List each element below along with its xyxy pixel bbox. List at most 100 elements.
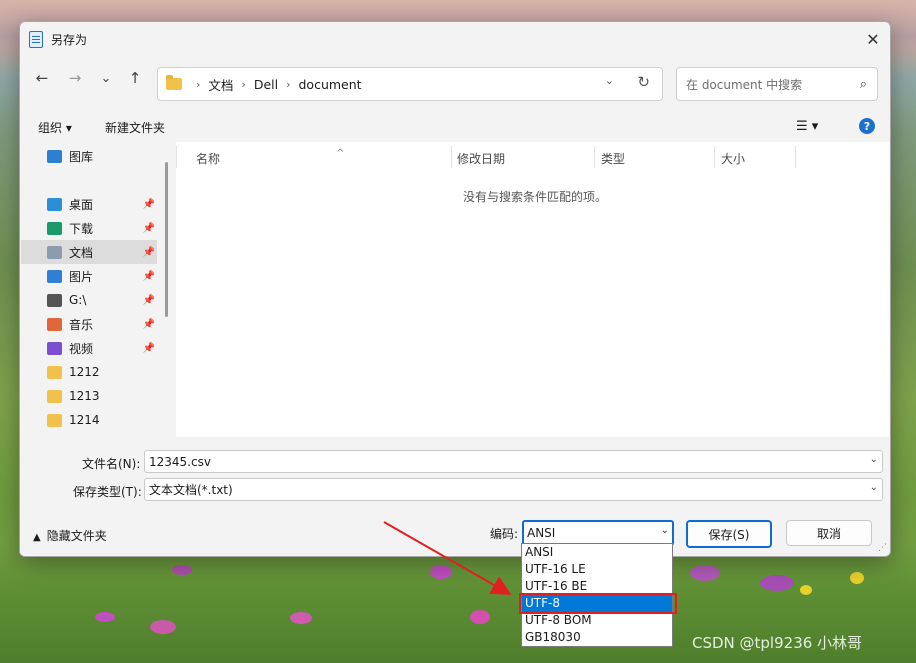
chevron-right-icon: › — [241, 77, 246, 91]
wallpaper-flower — [800, 585, 812, 595]
column-divider — [176, 146, 177, 168]
command-bar: 组织 ▾ 新建文件夹 ☰ ▾ ? — [20, 112, 890, 142]
filename-field[interactable]: 12345.csv ⌄ — [144, 450, 883, 473]
wallpaper-flower — [690, 565, 720, 581]
folder-icon — [166, 75, 182, 90]
save-options-area: 文件名(N): 12345.csv ⌄ 保存类型(T): 文本文档(*.txt)… — [20, 437, 890, 556]
download-icon — [47, 221, 62, 235]
pin-icon[interactable]: 📌 — [143, 271, 155, 282]
encoding-value: ANSI — [527, 526, 556, 540]
sidebar-item-label: 音乐 — [69, 317, 94, 332]
address-bar[interactable]: › 文档 › Dell › document ⌄ ↻ — [157, 67, 663, 101]
chevron-down-icon[interactable]: ⌄ — [661, 525, 669, 536]
title-bar: 另存为 ✕ — [20, 22, 890, 56]
file-list: 名称 ^ 修改日期 类型 大小 没有与搜索条件匹配的项。 — [176, 142, 889, 437]
sidebar-item[interactable]: 1214 — [21, 408, 157, 432]
back-arrow-icon[interactable]: ← — [30, 66, 54, 90]
sidebar-item[interactable]: 音乐 📌 — [21, 312, 157, 336]
annotation-highlight-box — [519, 593, 677, 614]
sidebar-item[interactable]: 文档 📌 — [21, 240, 157, 264]
pin-icon[interactable]: 📌 — [143, 319, 155, 330]
pin-icon[interactable]: 📌 — [143, 247, 155, 258]
filename-value[interactable]: 12345.csv — [149, 455, 211, 469]
encoding-option[interactable]: ANSI — [522, 544, 672, 561]
column-divider[interactable] — [451, 146, 452, 168]
video-icon — [47, 341, 62, 355]
breadcrumb-item[interactable]: 文档 — [208, 75, 233, 94]
wallpaper-flower — [95, 612, 115, 622]
encoding-option[interactable]: GB18030 — [522, 629, 672, 646]
refresh-icon[interactable]: ↻ — [637, 73, 650, 91]
chevron-down-icon[interactable]: ⌄ — [870, 454, 878, 465]
breadcrumb-item[interactable]: Dell — [254, 77, 278, 92]
wallpaper-flower — [850, 572, 864, 584]
address-history-chevron-icon[interactable]: ⌄ — [605, 74, 614, 87]
pin-icon[interactable]: 📌 — [143, 343, 155, 354]
search-input[interactable]: 在 document 中搜索 — [686, 76, 860, 93]
up-arrow-icon[interactable]: ↑ — [123, 66, 147, 90]
column-divider[interactable] — [795, 146, 796, 168]
sidebar-item[interactable]: 视频 📌 — [21, 336, 157, 360]
empty-results-message: 没有与搜索条件匹配的项。 — [463, 190, 608, 204]
search-box[interactable]: 在 document 中搜索 ⌕ — [676, 67, 878, 101]
wallpaper-flower — [290, 612, 312, 624]
recent-locations-chevron-icon[interactable]: ⌄ — [94, 66, 118, 90]
filename-label: 文件名(N): — [82, 457, 141, 471]
encoding-label: 编码: — [490, 527, 519, 541]
sidebar-item[interactable]: 图库 — [21, 144, 157, 168]
hide-folders-label: 隐藏文件夹 — [46, 529, 107, 543]
column-header-name[interactable]: 名称 ^ — [196, 148, 344, 167]
wallpaper-flower — [150, 620, 176, 634]
desktop-icon — [47, 197, 62, 211]
sidebar-item-label: 图片 — [69, 269, 94, 284]
navigation-pane: 图库 桌面 📌 下载 📌 文档 📌 图片 📌 G:\ 📌 音乐 📌 视频 📌 1212 1213 1214 — [20, 142, 166, 437]
chevron-right-icon: › — [286, 77, 291, 91]
column-header-modified[interactable]: 修改日期 — [457, 150, 505, 167]
hide-folders-toggle[interactable]: ▲ 隐藏文件夹 — [33, 527, 107, 544]
sidebar-item[interactable]: 1212 — [21, 360, 157, 384]
navigation-pane-scrollbar[interactable] — [165, 162, 168, 317]
wallpaper-flower — [470, 610, 490, 624]
cancel-button[interactable]: 取消 — [786, 520, 872, 546]
search-icon[interactable]: ⌕ — [860, 77, 867, 92]
pin-icon[interactable]: 📌 — [143, 295, 155, 306]
document-icon — [47, 245, 62, 259]
sort-ascending-icon: ^ — [336, 148, 345, 159]
pictures-icon — [47, 269, 62, 283]
column-header-type[interactable]: 类型 — [601, 150, 625, 167]
save-button[interactable]: 保存(S) — [686, 520, 772, 548]
close-icon[interactable]: ✕ — [862, 28, 884, 50]
notepad-icon — [29, 30, 43, 48]
sidebar-item[interactable]: 桌面 📌 — [21, 192, 157, 216]
column-divider[interactable] — [594, 146, 595, 168]
sidebar-item-label: 1214 — [69, 413, 100, 427]
pin-icon[interactable]: 📌 — [143, 199, 155, 210]
column-header-size[interactable]: 大小 — [721, 150, 745, 167]
forward-arrow-icon[interactable]: → — [63, 66, 87, 90]
sidebar-item-label: 1213 — [69, 389, 100, 403]
sidebar-item[interactable]: 下载 📌 — [21, 216, 157, 240]
wallpaper-flower — [760, 575, 794, 591]
navigation-bar: ← → ⌄ ↑ › 文档 › Dell › document ⌄ ↻ 在 doc… — [20, 56, 890, 101]
wallpaper-flower — [172, 565, 192, 575]
sidebar-item[interactable]: 图片 📌 — [21, 264, 157, 288]
breadcrumb-item[interactable]: document — [299, 77, 362, 92]
chevron-down-icon[interactable]: ⌄ — [870, 482, 878, 493]
sidebar-item[interactable]: G:\ 📌 — [21, 288, 157, 312]
pin-icon[interactable]: 📌 — [143, 223, 155, 234]
chevron-up-icon: ▲ — [33, 532, 41, 543]
encoding-option[interactable]: UTF-16 LE — [522, 561, 672, 578]
filetype-value: 文本文档(*.txt) — [149, 483, 233, 497]
encoding-option[interactable]: UTF-8 BOM — [522, 612, 672, 629]
organize-menu[interactable]: 组织 ▾ — [38, 119, 72, 136]
view-options-icon[interactable]: ☰ ▾ — [796, 119, 818, 134]
filetype-select[interactable]: 文本文档(*.txt) ⌄ — [144, 478, 883, 501]
gallery-icon — [47, 149, 62, 163]
new-folder-button[interactable]: 新建文件夹 — [105, 119, 165, 136]
help-icon[interactable]: ? — [859, 118, 875, 134]
column-divider[interactable] — [714, 146, 715, 168]
resize-grip-icon[interactable]: ⋰ — [878, 543, 887, 553]
sidebar-item[interactable]: 1213 — [21, 384, 157, 408]
folder-icon — [47, 365, 62, 379]
sidebar-item-label: 图库 — [69, 149, 94, 164]
